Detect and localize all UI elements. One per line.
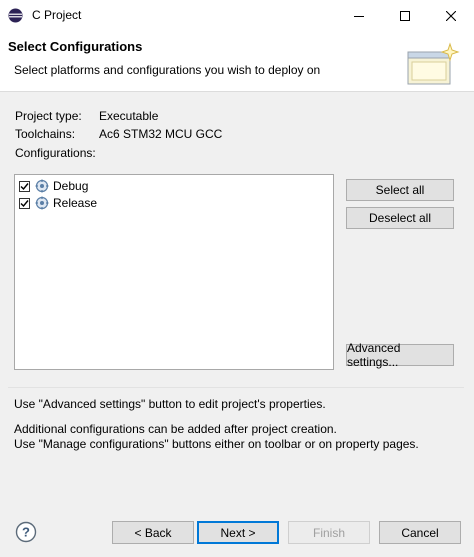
toolchains-value: Ac6 STM32 MCU GCC xyxy=(99,127,223,141)
maximize-button[interactable] xyxy=(382,0,428,31)
cancel-button[interactable]: Cancel xyxy=(379,521,461,544)
project-type-label: Project type: xyxy=(15,109,82,123)
window-title: C Project xyxy=(32,8,82,22)
title-bar: C Project xyxy=(0,0,474,31)
info-line-advanced: Use "Advanced settings" button to edit p… xyxy=(14,397,326,411)
maximize-icon xyxy=(400,10,410,21)
config-item-debug[interactable]: Debug xyxy=(19,178,88,194)
wizard-window: C Project Select Configurations Select p… xyxy=(0,0,474,557)
toolchains-label: Toolchains: xyxy=(15,127,76,141)
new-project-wizard-icon xyxy=(407,42,460,85)
eclipse-icon xyxy=(8,8,23,23)
release-checkbox[interactable] xyxy=(19,197,30,209)
info-message: Use "Advanced settings" button to edit p… xyxy=(8,387,464,454)
config-item-release[interactable]: Release xyxy=(19,195,97,211)
wizard-header: Select Configurations Select platforms a… xyxy=(0,31,474,92)
next-button[interactable]: Next > xyxy=(197,521,279,544)
finish-button[interactable]: Finish xyxy=(288,521,370,544)
select-all-button[interactable]: Select all xyxy=(346,179,454,201)
minimize-button[interactable] xyxy=(336,0,382,31)
checkmark-icon xyxy=(20,199,29,207)
info-line-manage: Use "Manage configurations" buttons eith… xyxy=(14,437,419,451)
advanced-settings-button[interactable]: Advanced settings... xyxy=(346,341,454,369)
page-description: Select platforms and configurations you … xyxy=(14,63,321,77)
page-title: Select Configurations xyxy=(8,39,143,54)
close-icon xyxy=(446,10,456,21)
checkmark-icon xyxy=(20,182,29,190)
close-button[interactable] xyxy=(428,0,474,31)
info-line-additional: Additional configurations can be added a… xyxy=(14,422,337,436)
minimize-icon xyxy=(354,15,364,17)
debug-checkbox[interactable] xyxy=(19,180,30,192)
configurations-label: Configurations: xyxy=(15,146,96,160)
configurations-list[interactable]: Debug Release xyxy=(14,174,334,370)
deselect-all-button[interactable]: Deselect all xyxy=(346,207,454,229)
configuration-icon xyxy=(35,179,49,193)
configuration-icon xyxy=(35,196,49,210)
config-label: Release xyxy=(53,196,98,210)
project-type-value: Executable xyxy=(99,109,159,123)
svg-text:?: ? xyxy=(22,525,30,540)
back-button[interactable]: < Back xyxy=(112,521,194,544)
help-icon[interactable]: ? xyxy=(15,521,37,543)
config-label: Debug xyxy=(53,179,89,193)
